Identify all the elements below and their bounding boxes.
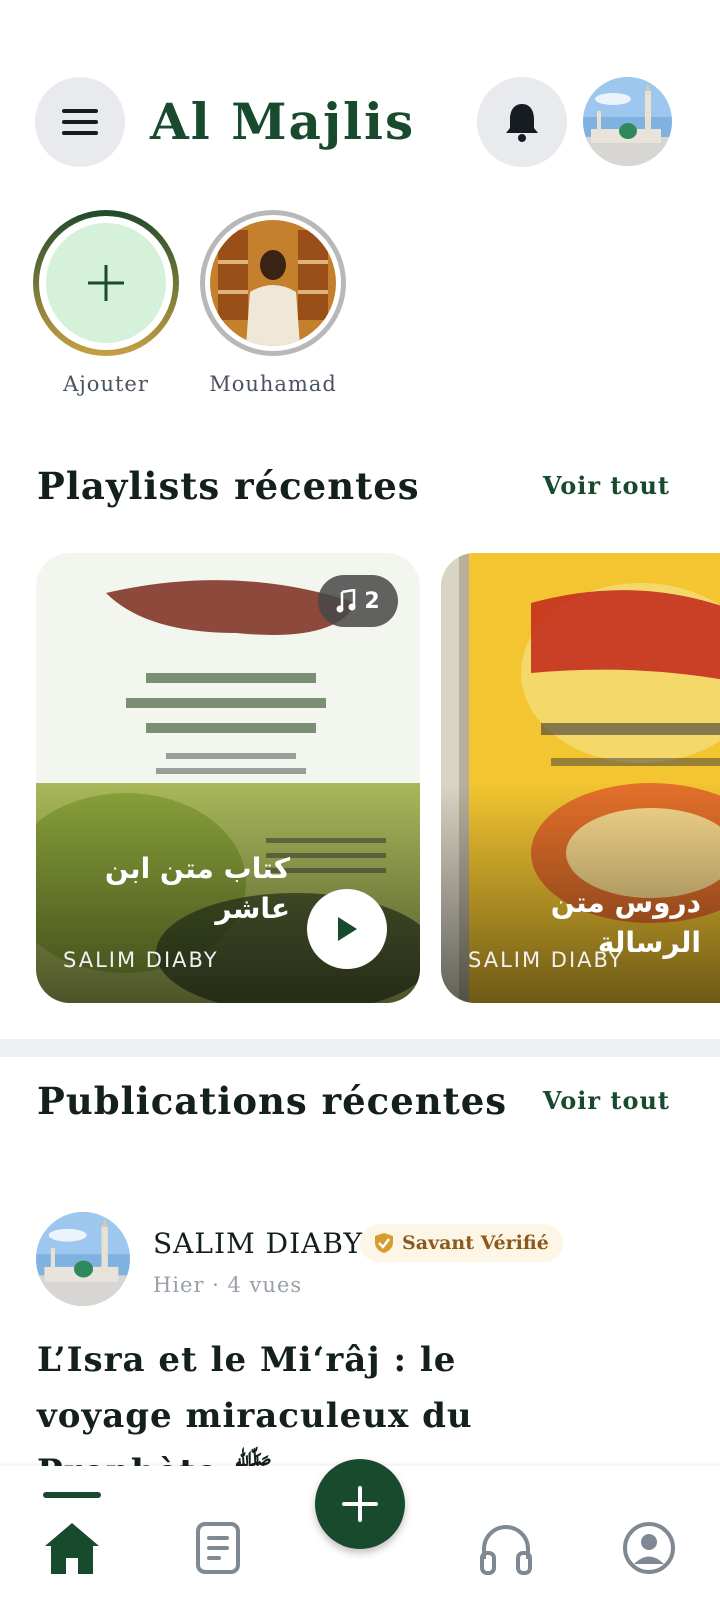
document-icon (196, 1522, 240, 1574)
story-label: Mouhamad (209, 372, 337, 396)
playlist-author: SALIM DIABY (468, 948, 624, 972)
publications-section-title: Publications récentes (37, 1079, 508, 1123)
section-divider (0, 1039, 720, 1057)
verified-badge-label: Savant Vérifié (402, 1232, 549, 1254)
notifications-button[interactable] (477, 77, 567, 167)
post-author-name[interactable]: SALIM DIABY (153, 1227, 363, 1260)
track-count: 2 (364, 588, 380, 614)
post-author-avatar[interactable] (36, 1212, 130, 1306)
person-photo (210, 220, 336, 346)
playlists-section-title: Playlists récentes (37, 464, 420, 508)
active-tab-indicator (43, 1492, 101, 1498)
mosque-picture (583, 77, 672, 166)
post-meta: Hier · 4 vues (153, 1273, 303, 1297)
profile-icon (623, 1522, 675, 1574)
story-mouhamad[interactable]: Mouhamad (200, 210, 346, 396)
shield-check-icon (375, 1233, 393, 1253)
mosque-picture (36, 1212, 130, 1306)
playlist-card[interactable]: 2 كتاب متن ابن عاشر SALIM DIABY (36, 553, 420, 1003)
profile-avatar[interactable] (583, 77, 672, 166)
add-icon (342, 1486, 378, 1522)
story-label: Ajouter (63, 372, 149, 396)
play-button[interactable] (307, 889, 387, 969)
add-button[interactable] (315, 1459, 405, 1549)
play-icon (338, 917, 357, 941)
story-add[interactable]: Ajouter (33, 210, 179, 396)
app-title: Al Majlis (150, 92, 416, 151)
hamburger-menu-icon (62, 109, 98, 135)
tab-profile[interactable] (617, 1516, 681, 1580)
plus-icon (88, 265, 124, 301)
tab-publications[interactable] (186, 1516, 250, 1580)
publications-see-all-link[interactable]: Voir tout (543, 1086, 670, 1115)
track-count-badge: 2 (318, 575, 398, 627)
home-icon (45, 1523, 99, 1574)
music-note-icon (336, 589, 356, 613)
playlist-title: كتاب متن ابن عاشر (104, 852, 290, 925)
tab-audio[interactable] (474, 1516, 538, 1580)
headphones-icon (480, 1525, 532, 1575)
menu-button[interactable] (35, 77, 125, 167)
tab-home[interactable] (40, 1516, 104, 1580)
playlists-see-all-link[interactable]: Voir tout (543, 471, 670, 500)
verified-badge: Savant Vérifié (360, 1224, 563, 1262)
playlist-card[interactable]: دروس متن الرسالة SALIM DIABY (441, 553, 720, 1003)
bell-icon (506, 104, 538, 142)
bottom-nav (0, 1459, 720, 1600)
playlist-author: SALIM DIABY (63, 948, 219, 972)
